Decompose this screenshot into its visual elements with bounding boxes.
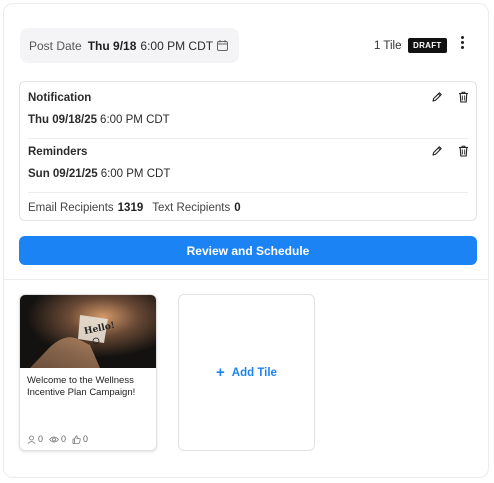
- tile-stats: 0 0 0: [27, 434, 88, 444]
- likes-count: 0: [83, 434, 89, 444]
- thumbs-up-icon: [72, 434, 81, 444]
- calendar-icon[interactable]: [216, 39, 229, 52]
- trash-icon[interactable]: [458, 91, 469, 103]
- divider: [28, 192, 468, 193]
- tile-image: Hello!: [20, 295, 156, 368]
- post-date-day: Thu 9/18: [87, 38, 137, 53]
- section-divider: [4, 279, 488, 280]
- text-recipients-count: 0: [234, 202, 241, 214]
- reminders-datetime: Sun 09/21/25 6:00 PM CDT: [28, 168, 170, 180]
- schedule-summary: Notification Thu 09/18/25 6:00 PM CDT Rem…: [19, 81, 477, 221]
- notification-datetime: Thu 09/18/25 6:00 PM CDT: [28, 114, 170, 126]
- add-tile-label: Add Tile: [231, 366, 277, 379]
- status-badge: DRAFT: [408, 38, 447, 53]
- user-icon: [27, 435, 36, 444]
- post-editor-card: Post Date Thu 9/18 6:00 PM CDT 1 Tile DR…: [3, 3, 489, 478]
- eye-icon: [49, 436, 60, 442]
- email-recipients-label: Email Recipients: [28, 202, 114, 214]
- tile-card[interactable]: Hello! Welcome to the Wellness Incentive…: [19, 294, 157, 451]
- post-date-picker[interactable]: Post Date Thu 9/18 6:00 PM CDT: [20, 28, 239, 63]
- add-tile-button[interactable]: + Add Tile: [178, 294, 315, 451]
- recipients-summary: Email Recipients 1319 Text Recipients 0: [28, 202, 250, 214]
- tile-count: 1 Tile: [374, 40, 402, 52]
- text-recipients-label: Text Recipients: [152, 202, 231, 214]
- review-and-schedule-button[interactable]: Review and Schedule: [19, 236, 477, 265]
- users-stat: 0: [27, 434, 43, 444]
- divider: [28, 138, 468, 139]
- notification-title: Notification: [28, 92, 92, 104]
- reminders-time: 6:00 PM CDT: [100, 168, 171, 180]
- post-date-time: 6:00 PM CDT: [140, 38, 214, 53]
- email-recipients-count: 1319: [117, 202, 144, 214]
- kebab-menu-icon[interactable]: [459, 36, 465, 52]
- reminders-title: Reminders: [28, 146, 88, 158]
- views-count: 0: [61, 434, 67, 444]
- notification-time: 6:00 PM CDT: [100, 114, 170, 126]
- likes-stat: 0: [72, 434, 88, 444]
- post-date-label: Post Date: [29, 38, 82, 53]
- edit-icon[interactable]: [431, 145, 443, 157]
- edit-icon[interactable]: [431, 91, 443, 103]
- views-stat: 0: [49, 434, 66, 444]
- plus-icon: +: [216, 364, 225, 381]
- trash-icon[interactable]: [458, 145, 469, 157]
- reminders-date: Sun 09/21/25: [28, 168, 98, 180]
- users-count: 0: [38, 434, 44, 444]
- notification-date: Thu 09/18/25: [28, 114, 98, 126]
- tile-title: Welcome to the Wellness Incentive Plan C…: [27, 375, 136, 398]
